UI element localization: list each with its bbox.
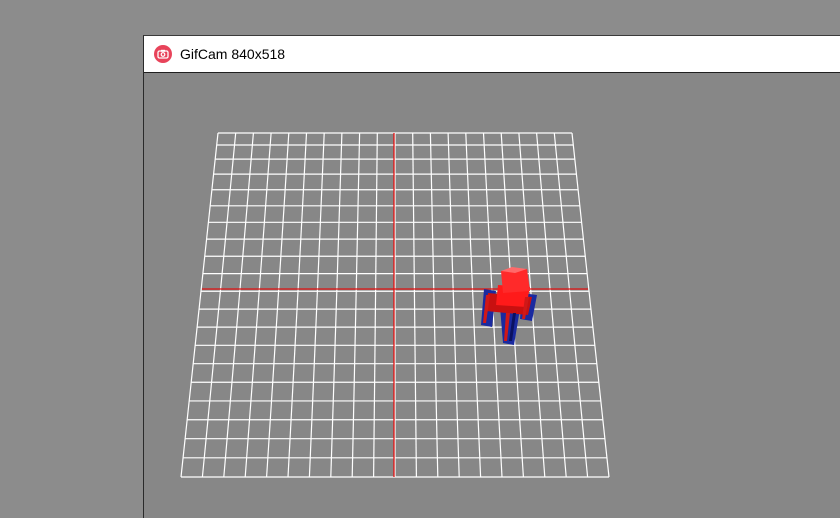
grid-line [429,132,439,478]
grid-line [330,132,343,478]
grid-line [571,132,610,478]
grid-line [412,132,417,478]
gifcam-window[interactable]: GifCam 840x518 [143,35,840,518]
grid-line [180,132,219,478]
grid-line [287,132,308,478]
title-bar[interactable]: GifCam 840x518 [144,36,840,73]
grid-line [266,132,290,478]
grid-line [201,132,237,478]
robot-model[interactable] [481,267,537,345]
3d-viewport[interactable] [144,73,840,518]
window-title: GifCam 840x518 [180,46,286,62]
grid-line [553,132,589,478]
grid-line [308,132,325,478]
grid-line [447,132,460,478]
perspective-grid-scene [180,132,610,478]
grid-line [351,132,361,478]
grid-line [373,132,378,478]
camera-icon [154,45,172,63]
grid-line [465,132,482,478]
